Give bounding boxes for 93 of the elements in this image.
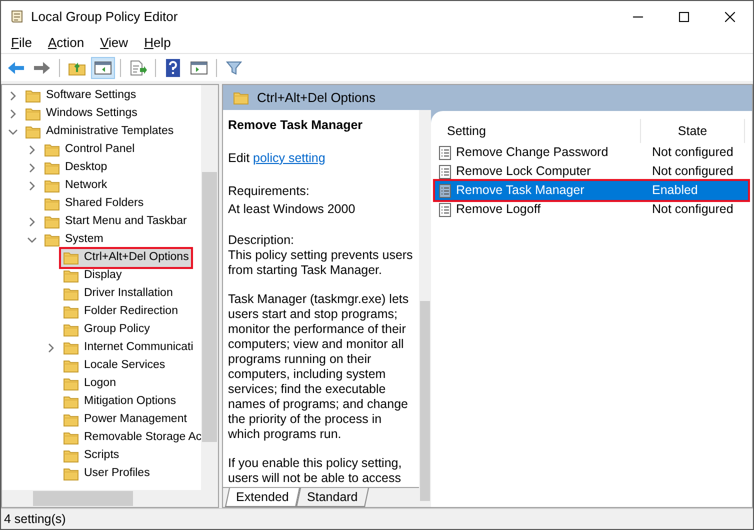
policy-setting-icon <box>439 146 451 160</box>
policy-setting-icon <box>439 184 451 198</box>
folder-icon <box>63 341 79 355</box>
vertical-scrollbar[interactable] <box>201 85 218 490</box>
folder-icon <box>63 287 79 301</box>
tree-item[interactable]: Shared Folders <box>42 195 146 213</box>
folder-icon <box>25 89 41 103</box>
setting-name: Remove Logoff <box>455 201 542 218</box>
folder-icon <box>63 269 79 283</box>
tree-item[interactable]: Scripts <box>61 447 122 465</box>
column-header[interactable]: Setting <box>435 119 641 143</box>
setting-row[interactable]: Remove Logoff Not configured <box>435 200 748 219</box>
action-pane-icon <box>190 60 208 76</box>
description-text: If you enable this policy setting, users will not be able to access <box>228 456 403 486</box>
folder-icon <box>44 143 60 157</box>
setting-name: Remove Task Manager <box>455 182 586 200</box>
view-tab[interactable]: Standard <box>296 488 369 507</box>
setting-row[interactable]: Remove Change Password Not configured <box>435 143 748 162</box>
scroll-icon <box>9 8 25 24</box>
folder-icon <box>44 233 60 247</box>
toolbar-button[interactable] <box>91 56 115 78</box>
menu-item[interactable]: View <box>94 32 134 52</box>
folder-icon <box>63 359 79 373</box>
tree-item[interactable]: Internet Communicati <box>61 339 196 357</box>
forward-arrow-icon <box>33 60 51 74</box>
folder-icon <box>63 395 79 409</box>
setting-name: Remove Change Password <box>455 144 610 162</box>
tree-item[interactable]: Locale Services <box>61 357 168 375</box>
window-title: Local Group Policy Editor <box>31 8 178 26</box>
folder-icon <box>63 323 79 337</box>
help-icon <box>166 58 180 76</box>
tree-item[interactable]: Group Policy <box>61 321 152 339</box>
folder-icon <box>63 449 79 463</box>
setting-state: Enabled <box>651 182 698 200</box>
requirements-text: Requirements: At least Windows 2000 <box>228 182 356 218</box>
folder-icon <box>44 197 60 211</box>
tree-item[interactable]: Removable Storage Ac <box>61 429 201 447</box>
filter-icon <box>226 60 242 76</box>
folder-icon <box>25 107 41 121</box>
vertical-scrollbar[interactable] <box>419 110 431 507</box>
policy-setting-link[interactable]: policy setting <box>253 150 326 165</box>
menu-item[interactable]: Help <box>138 32 177 52</box>
export-list-icon <box>129 60 147 76</box>
setting-name: Remove Lock Computer <box>455 163 592 180</box>
tree-item[interactable]: Folder Redirection <box>61 303 180 321</box>
folder-icon <box>63 413 79 427</box>
back-arrow-icon <box>7 60 25 74</box>
tree-pane-icon <box>94 60 112 76</box>
maximize-icon <box>679 12 689 22</box>
policy-setting-icon <box>439 202 451 216</box>
tree-item[interactable]: Control Panel <box>42 141 137 159</box>
tree-item[interactable]: Software Settings <box>23 87 138 105</box>
folder-icon <box>233 90 249 104</box>
edit-text: Edit policy setting <box>228 150 326 167</box>
folder-icon <box>44 215 60 229</box>
close-icon <box>725 12 735 22</box>
description-text: Task Manager (taskmgr.exe) lets users start and stop programs; monitor the performance of their computers; view and monitor all programs running on their computers, including system services; find the executable names of programs; and change the priority of the process in which programs run. <box>228 292 410 442</box>
tree-item[interactable]: Desktop <box>42 159 110 177</box>
folder-icon <box>63 251 79 265</box>
menu-item[interactable]: Action <box>42 32 90 52</box>
tree-item[interactable]: Driver Installation <box>61 285 175 303</box>
setting-state: Not configured <box>651 144 734 162</box>
tree-item[interactable]: User Profiles <box>61 465 152 483</box>
setting-state: Not configured <box>651 201 734 218</box>
folder-icon <box>63 467 79 481</box>
tree-item[interactable]: Display <box>61 267 124 285</box>
tree-item[interactable]: Network <box>42 177 110 195</box>
folder-icon <box>25 125 41 139</box>
menu-item[interactable]: File <box>5 32 38 52</box>
tree-item[interactable]: Ctrl+Alt+Del Options <box>61 249 191 267</box>
tree-item[interactable]: Start Menu and Taskbar <box>42 213 189 231</box>
column-header[interactable]: State <box>641 119 745 143</box>
folder-icon <box>44 179 60 193</box>
folder-icon <box>44 161 60 175</box>
tree-item[interactable]: Administrative Templates <box>23 123 176 141</box>
tree-item[interactable]: Windows Settings <box>23 105 140 123</box>
description-text: Description: This policy setting prevents users from starting Task Manager. <box>228 233 414 278</box>
pane-title: Ctrl+Alt+Del Options <box>257 88 376 107</box>
setting-heading: Remove Task Manager <box>228 117 364 134</box>
tree-item[interactable]: Logon <box>61 375 118 393</box>
policy-setting-icon <box>439 164 451 178</box>
setting-row[interactable]: Remove Task Manager Enabled <box>435 181 748 200</box>
tree-item[interactable]: System <box>42 231 106 249</box>
folder-icon <box>63 305 79 319</box>
view-tab[interactable]: Extended <box>224 488 300 507</box>
folder-icon <box>63 431 79 445</box>
folder-icon <box>63 377 79 391</box>
setting-state: Not configured <box>651 163 734 180</box>
status-bar: 4 setting(s) <box>1 508 753 529</box>
tree-item[interactable]: Power Management <box>61 411 189 429</box>
setting-row[interactable]: Remove Lock Computer Not configured <box>435 162 748 181</box>
horizontal-scrollbar[interactable] <box>2 490 218 507</box>
tree-item[interactable]: Mitigation Options <box>61 393 178 411</box>
